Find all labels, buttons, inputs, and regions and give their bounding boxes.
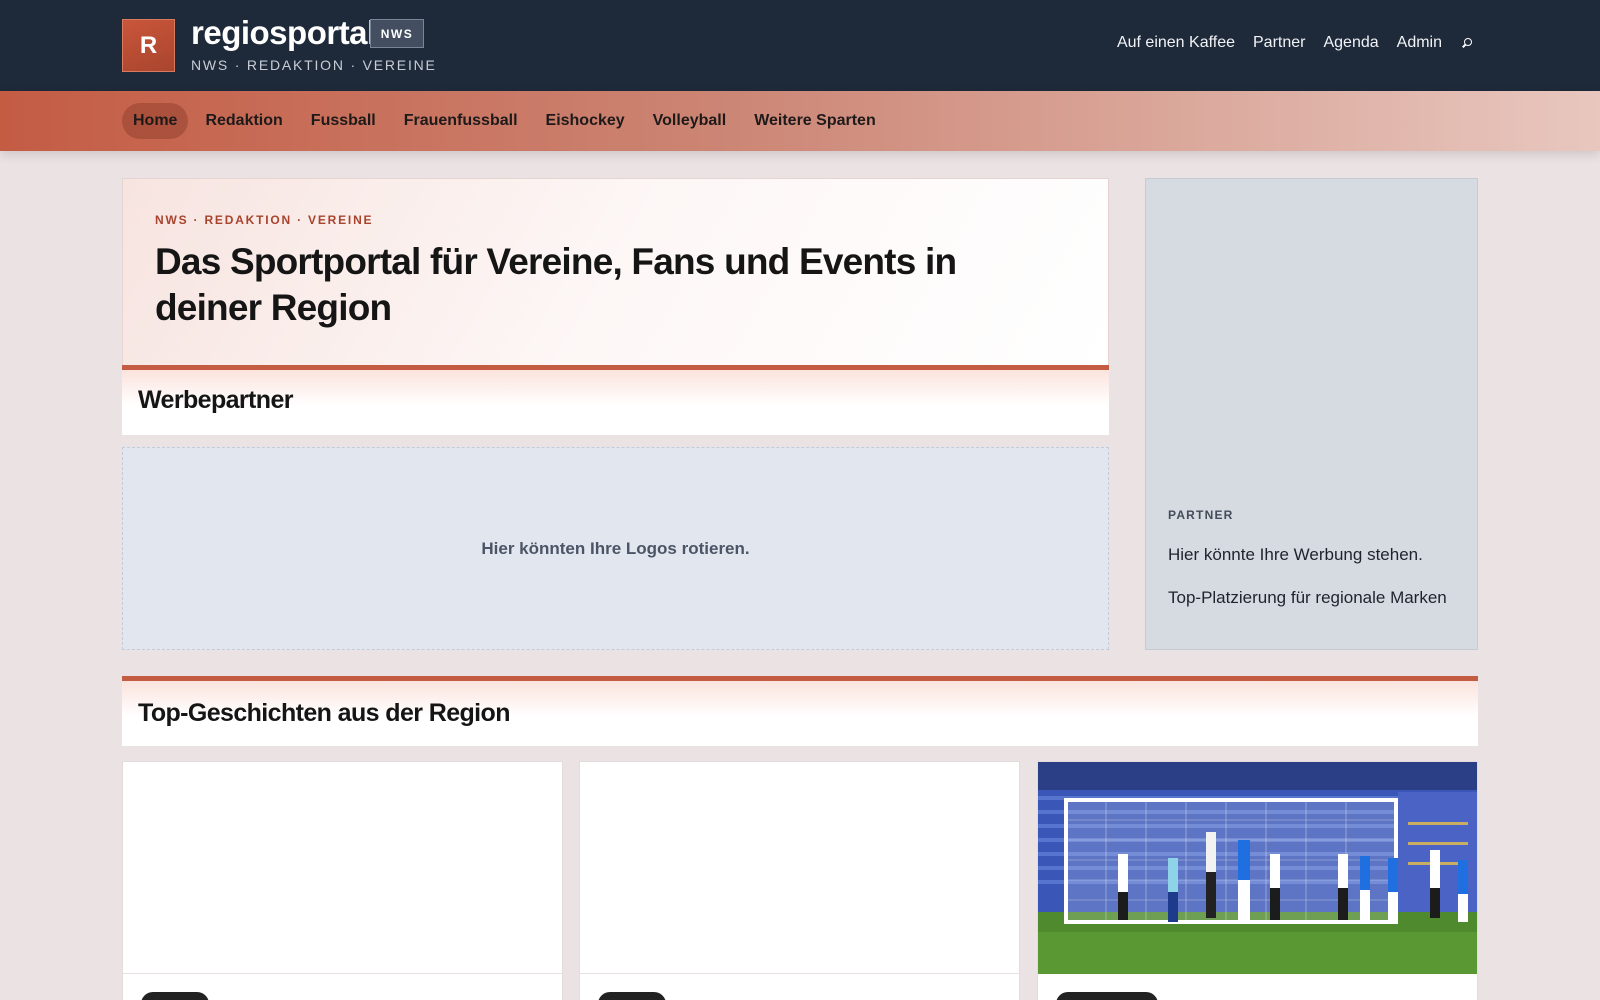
topnav-link-agenda[interactable]: Agenda [1323, 34, 1378, 52]
catnav-item-redaktion[interactable]: Redaktion [194, 103, 293, 139]
partner-ad-box[interactable]: PARTNER Hier könnte Ihre Werbung stehen.… [1145, 178, 1478, 650]
topnav-link-admin[interactable]: Admin [1397, 34, 1442, 52]
catnav-item-eishockey[interactable]: Eishockey [535, 103, 636, 139]
story-image [1038, 762, 1477, 974]
werbepartner-header: Werbepartner [122, 365, 1109, 435]
top-navigation: Auf einen Kaffee Partner Agenda Admin [1117, 34, 1478, 52]
story-card[interactable] [579, 761, 1020, 1000]
logo-rotator-placeholder: Hier könnten Ihre Logos rotieren. [481, 538, 750, 558]
hero-title: Das Sportportal für Vereine, Fans und Ev… [155, 241, 957, 328]
catnav-item-home[interactable]: Home [122, 103, 189, 139]
partner-label: PARTNER [1168, 508, 1234, 522]
site-tagline: NWS · REDAKTION · VEREINE [191, 57, 437, 73]
hero-section: NWS · REDAKTION · VEREINE Das Sportporta… [122, 178, 1109, 369]
story-tag[interactable] [598, 992, 666, 1000]
catnav-item-volleyball[interactable]: Volleyball [642, 103, 738, 139]
site-name[interactable]: regiosportal [191, 14, 376, 52]
logo-rotator: Hier könnten Ihre Logos rotieren. [122, 447, 1109, 650]
top-stories-header: Top-Geschichten aus der Region [122, 676, 1478, 746]
brand-badge: NWS [370, 19, 424, 48]
topnav-link-kaffee[interactable]: Auf einen Kaffee [1117, 34, 1235, 52]
top-stories-heading: Top-Geschichten aus der Region [138, 699, 510, 727]
story-card[interactable] [122, 761, 563, 1000]
story-card[interactable] [1037, 761, 1478, 1000]
search-icon[interactable] [1460, 34, 1478, 52]
category-navigation: Home Redaktion Fussball Frauenfussball E… [0, 91, 1600, 151]
topnav-link-partner[interactable]: Partner [1253, 34, 1305, 52]
werbepartner-heading: Werbepartner [138, 386, 293, 414]
story-tag[interactable] [141, 992, 209, 1000]
story-tag[interactable] [1056, 992, 1158, 1000]
partner-subtext: Top-Platzierung für regionale Marken [1168, 588, 1447, 607]
catnav-item-fussball[interactable]: Fussball [300, 103, 387, 139]
story-image-placeholder [123, 762, 562, 974]
partner-text: Hier könnte Ihre Werbung stehen. [1168, 545, 1423, 564]
site-header: R regiosportal NWS NWS · REDAKTION · VER… [0, 0, 1600, 91]
site-logo[interactable]: R [122, 19, 175, 72]
hero-eyebrow: NWS · REDAKTION · VEREINE [155, 213, 374, 227]
catnav-item-weitere-sparten[interactable]: Weitere Sparten [743, 103, 887, 139]
football-match-image [1038, 762, 1477, 974]
story-image-placeholder [580, 762, 1019, 974]
catnav-item-frauenfussball[interactable]: Frauenfussball [393, 103, 529, 139]
